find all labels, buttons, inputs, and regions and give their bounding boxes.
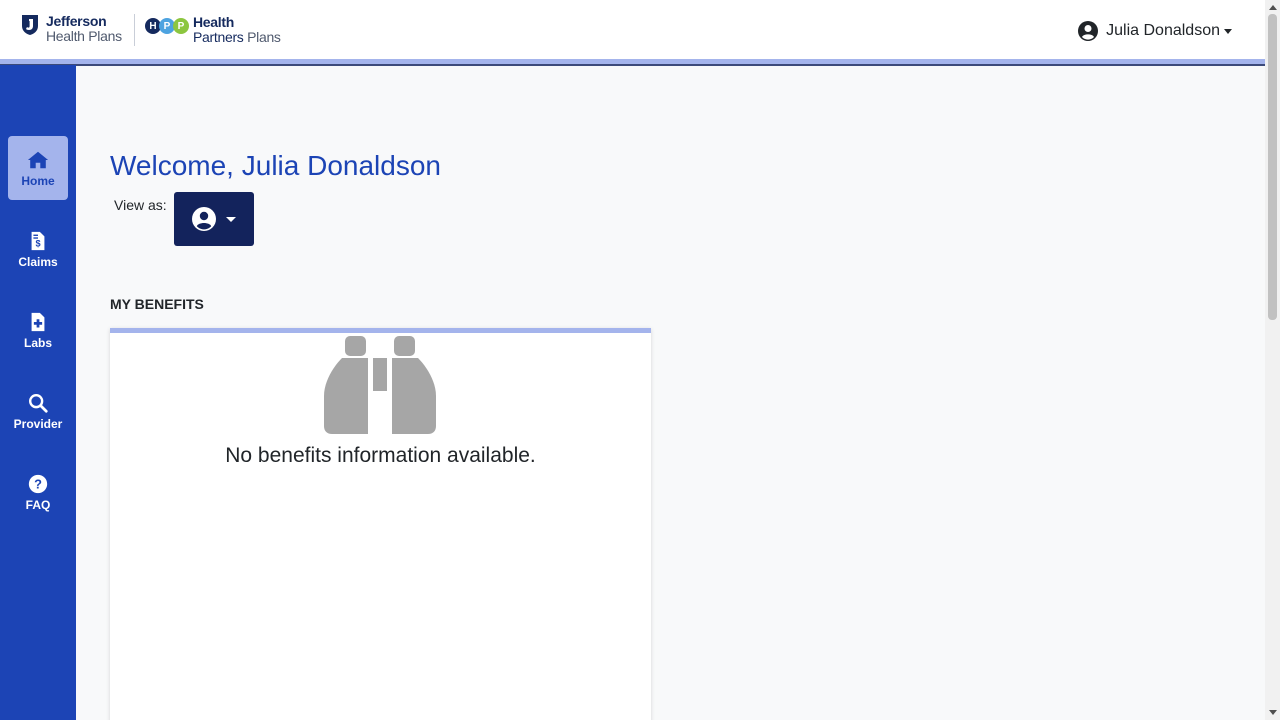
benefits-card: No benefits information available. — [110, 328, 651, 720]
chevron-down-icon — [1224, 28, 1232, 34]
hpp-logo-line2-plans: Plans — [247, 29, 281, 45]
sidebar-item-label: Labs — [23, 335, 52, 350]
sidebar-nav: Home $ Claims Labs Provider ? FAQ — [0, 65, 76, 720]
svg-text:$: $ — [35, 238, 40, 248]
sidebar-item-faq[interactable]: ? FAQ — [8, 460, 68, 524]
scroll-up-arrow-icon[interactable] — [1269, 5, 1277, 10]
top-header: Jefferson Health Plans H P P Health Part… — [0, 0, 1265, 59]
hpp-logo-mark: H P P — [145, 18, 189, 34]
scrollbar-thumb[interactable] — [1268, 14, 1277, 320]
jefferson-logo[interactable]: Jefferson Health Plans — [20, 14, 122, 44]
section-title-my-benefits: MY BENEFITS — [110, 296, 204, 312]
chevron-down-icon — [226, 216, 236, 222]
hpp-logo[interactable]: H P P Health Partners Plans — [145, 15, 281, 45]
view-as-label: View as: — [114, 197, 167, 213]
user-menu-dropdown[interactable]: Julia Donaldson — [1078, 21, 1232, 41]
hpp-letter-p2: P — [173, 18, 189, 34]
sidebar-item-labs[interactable]: Labs — [8, 298, 68, 362]
sidebar-item-provider[interactable]: Provider — [8, 379, 68, 443]
home-icon — [27, 151, 49, 168]
card-accent-bar — [110, 328, 651, 333]
view-as-dropdown-button[interactable] — [174, 192, 254, 246]
sidebar-item-label: FAQ — [25, 497, 51, 512]
sidebar-item-label: Home — [21, 173, 55, 188]
header-accent-line — [0, 59, 1265, 66]
sidebar-item-claims[interactable]: $ Claims — [8, 217, 68, 281]
logo-divider — [134, 14, 135, 46]
sidebar-item-label: Claims — [18, 254, 58, 269]
user-circle-icon — [1078, 21, 1099, 41]
page-title: Welcome, Julia Donaldson — [110, 150, 441, 181]
scroll-down-arrow-icon[interactable] — [1269, 710, 1277, 715]
question-circle-icon: ? — [28, 474, 48, 493]
search-icon — [29, 393, 48, 413]
jefferson-logo-line2: Health Plans — [46, 28, 122, 44]
file-invoice-dollar-icon: $ — [31, 231, 45, 250]
user-circle-icon — [192, 207, 216, 231]
hpp-logo-line1: Health — [193, 14, 234, 30]
user-name: Julia Donaldson — [1106, 22, 1220, 39]
svg-text:?: ? — [34, 476, 42, 491]
jefferson-logo-line1: Jefferson — [46, 13, 107, 29]
file-medical-icon — [31, 312, 45, 331]
sidebar-item-label: Provider — [13, 416, 63, 431]
jefferson-shield-icon — [22, 15, 38, 35]
empty-state-message: No benefits information available. — [225, 444, 536, 467]
binoculars-icon — [324, 336, 436, 434]
page-scrollbar[interactable] — [1265, 0, 1280, 720]
hpp-logo-line2-partners: Partners — [193, 29, 244, 45]
sidebar-item-home[interactable]: Home — [8, 136, 68, 200]
